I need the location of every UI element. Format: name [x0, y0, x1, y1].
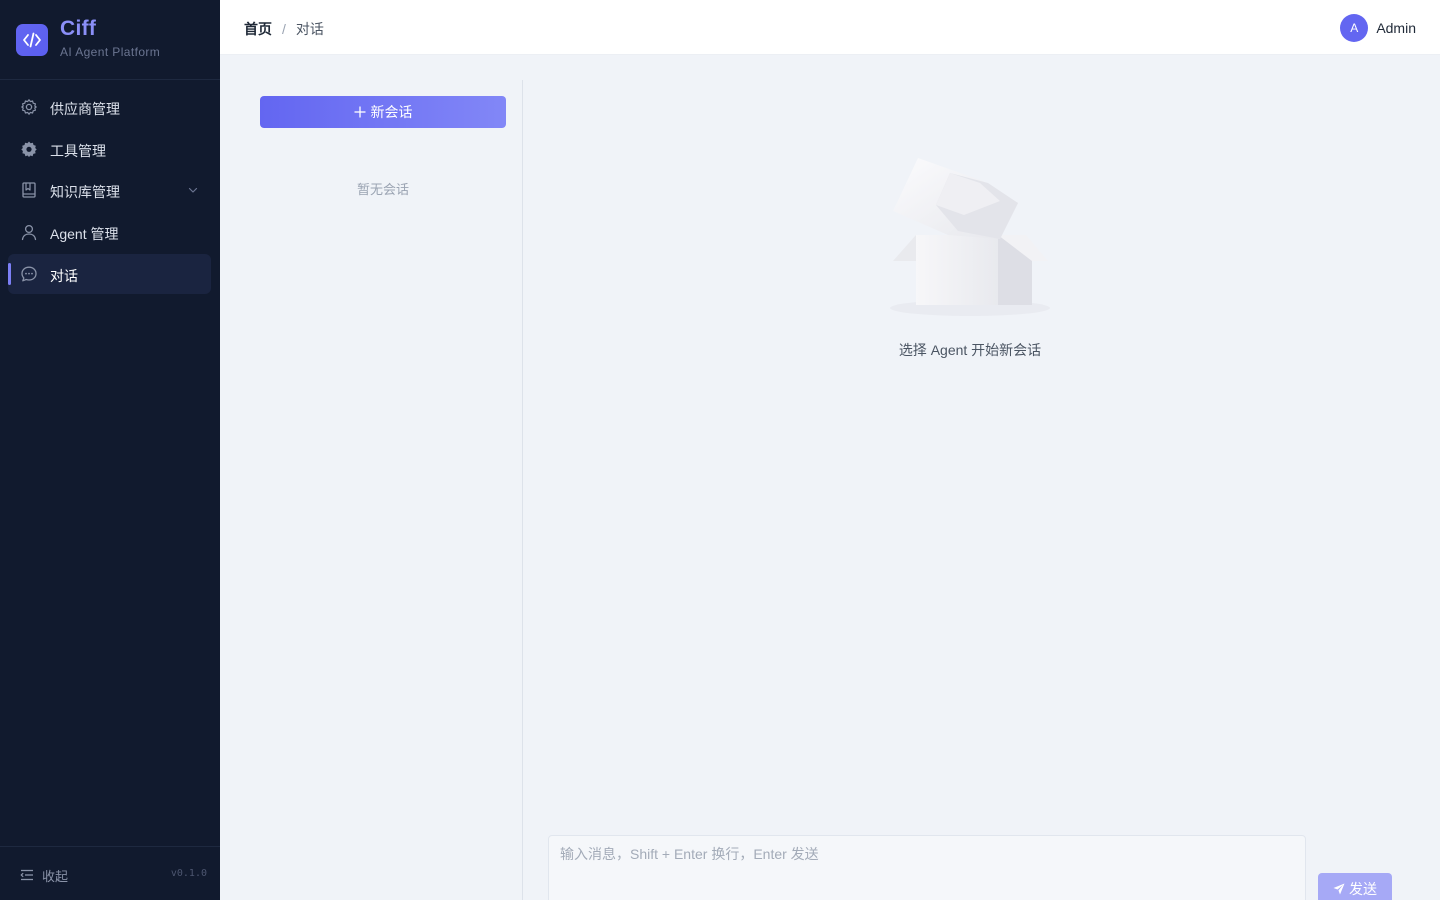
breadcrumb: 首页 / 对话 — [244, 19, 324, 39]
sidebar-item-providers[interactable]: 供应商管理 — [8, 87, 211, 127]
empty-conversations-text: 暂无会话 — [356, 182, 409, 197]
top-header: 首页 / 对话 A Admin — [220, 0, 1440, 55]
brand-name: Ciff — [60, 17, 97, 40]
code-logo-icon — [16, 24, 48, 56]
version-label: v0.1.0 — [170, 868, 207, 879]
send-plane-icon — [1333, 883, 1345, 895]
brand-subtitle: AI Agent Platform — [60, 45, 161, 59]
brand: Ciff AI Agent Platform — [0, 0, 220, 80]
user-menu[interactable]: A Admin — [1340, 14, 1416, 42]
conversation-list-panel: 新会话 暂无会话 — [220, 55, 523, 900]
gear-outline-icon — [21, 99, 37, 115]
username: Admin — [1376, 20, 1416, 36]
sidebar-item-knowledge-base[interactable]: 知识库管理 — [8, 170, 211, 210]
sidebar-item-label: 供应商管理 — [50, 101, 120, 117]
breadcrumb-home-link[interactable]: 首页 — [244, 19, 272, 39]
book-icon — [22, 182, 36, 198]
chat-area: 选择 Agent 开始新会话 发送 — [523, 55, 1440, 900]
sidebar: Ciff AI Agent Platform 供应商管理 工具管理 知识库管理 — [0, 0, 220, 900]
sidebar-item-label: 知识库管理 — [50, 184, 120, 200]
empty-box-icon — [890, 158, 1050, 316]
collapse-menu-icon — [20, 869, 33, 881]
breadcrumb-separator: / — [282, 21, 286, 37]
chevron-down-icon — [188, 187, 198, 193]
gear-solid-icon — [21, 141, 37, 157]
collapse-button[interactable]: 收起 — [20, 865, 68, 885]
sidebar-item-tools[interactable]: 工具管理 — [8, 129, 211, 169]
plus-icon — [354, 106, 365, 118]
send-button[interactable]: 发送 — [1318, 873, 1392, 900]
sidebar-item-chat[interactable]: 对话 — [8, 254, 211, 294]
sidebar-item-label: Agent 管理 — [50, 226, 119, 242]
chat-bubble-icon — [21, 266, 37, 282]
send-label: 发送 — [1349, 881, 1377, 897]
new-conversation-button[interactable]: 新会话 — [260, 96, 506, 128]
sidebar-item-label: 工具管理 — [50, 143, 106, 159]
sidebar-item-agents[interactable]: Agent 管理 — [8, 212, 211, 252]
user-icon — [21, 224, 37, 241]
avatar: A — [1340, 14, 1369, 42]
message-input[interactable] — [549, 836, 1305, 900]
chat-empty-text: 选择 Agent 开始新会话 — [898, 342, 1042, 358]
sidebar-footer: 收起 v0.1.0 — [0, 846, 220, 900]
breadcrumb-current: 对话 — [295, 21, 324, 37]
sidebar-item-label: 对话 — [50, 268, 78, 284]
active-indicator — [8, 263, 11, 285]
collapse-label: 收起 — [42, 868, 69, 884]
message-input-box — [548, 835, 1306, 900]
new-conversation-label: 新会话 — [370, 104, 413, 120]
